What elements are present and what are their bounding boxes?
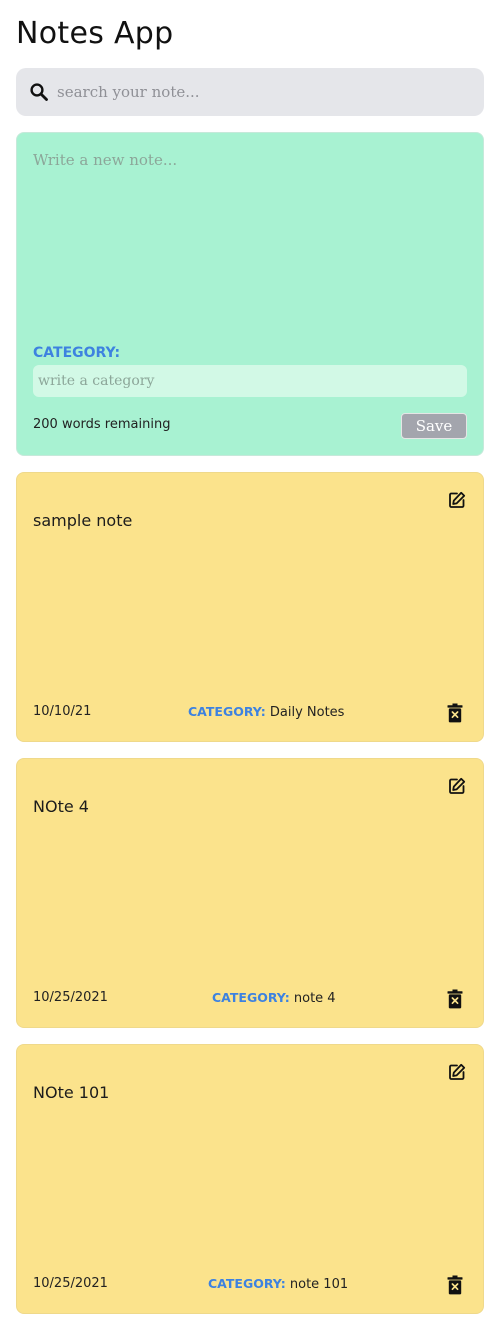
delete-note-button[interactable] [444, 988, 466, 1010]
note-text: NOte 4 [33, 797, 89, 816]
new-note-category-label: CATEGORY: [33, 345, 121, 361]
edit-icon [449, 491, 466, 508]
edit-note-button[interactable] [446, 775, 468, 797]
delete-note-button[interactable] [444, 702, 466, 724]
note-date: 10/25/2021 [33, 990, 108, 1005]
note-card: NOte 101 10/25/2021 CATEGORY: note 101 [16, 1044, 484, 1314]
notes-app-page: Notes App CATEGORY: 200 words remaining … [0, 0, 500, 1330]
delete-icon [447, 989, 463, 1009]
delete-note-button[interactable] [444, 1274, 466, 1296]
search-icon [30, 83, 48, 101]
words-remaining: 200 words remaining [33, 417, 171, 432]
new-note-card: CATEGORY: 200 words remaining Save [16, 132, 484, 456]
note-category-label: CATEGORY: [212, 990, 290, 1005]
note-text: NOte 101 [33, 1083, 110, 1102]
save-button[interactable]: Save [401, 413, 467, 439]
delete-icon [447, 1275, 463, 1295]
note-category: CATEGORY: Daily Notes [188, 704, 344, 720]
edit-icon [449, 1063, 466, 1080]
search-input[interactable] [55, 82, 459, 102]
note-card: NOte 4 10/25/2021 CATEGORY: note 4 [16, 758, 484, 1028]
edit-note-button[interactable] [446, 489, 468, 511]
note-category-value: Daily Notes [269, 705, 345, 720]
app-title: Notes App [16, 16, 174, 51]
note-date: 10/25/2021 [33, 1276, 108, 1291]
note-category: CATEGORY: note 101 [208, 1276, 348, 1292]
note-card: sample note 10/10/21 CATEGORY: Daily Not… [16, 472, 484, 742]
note-category-value: note 4 [293, 991, 336, 1006]
note-category: CATEGORY: note 4 [212, 990, 336, 1006]
edit-icon [449, 777, 466, 794]
new-note-category-input[interactable] [33, 365, 467, 397]
note-text: sample note [33, 511, 133, 530]
edit-note-button[interactable] [446, 1061, 468, 1083]
note-date: 10/10/21 [33, 704, 92, 719]
note-category-value: note 101 [289, 1277, 349, 1292]
note-category-label: CATEGORY: [208, 1276, 286, 1291]
search-bar [16, 68, 484, 116]
new-note-textarea[interactable] [33, 151, 463, 341]
note-category-label: CATEGORY: [188, 704, 266, 719]
delete-icon [447, 703, 463, 723]
